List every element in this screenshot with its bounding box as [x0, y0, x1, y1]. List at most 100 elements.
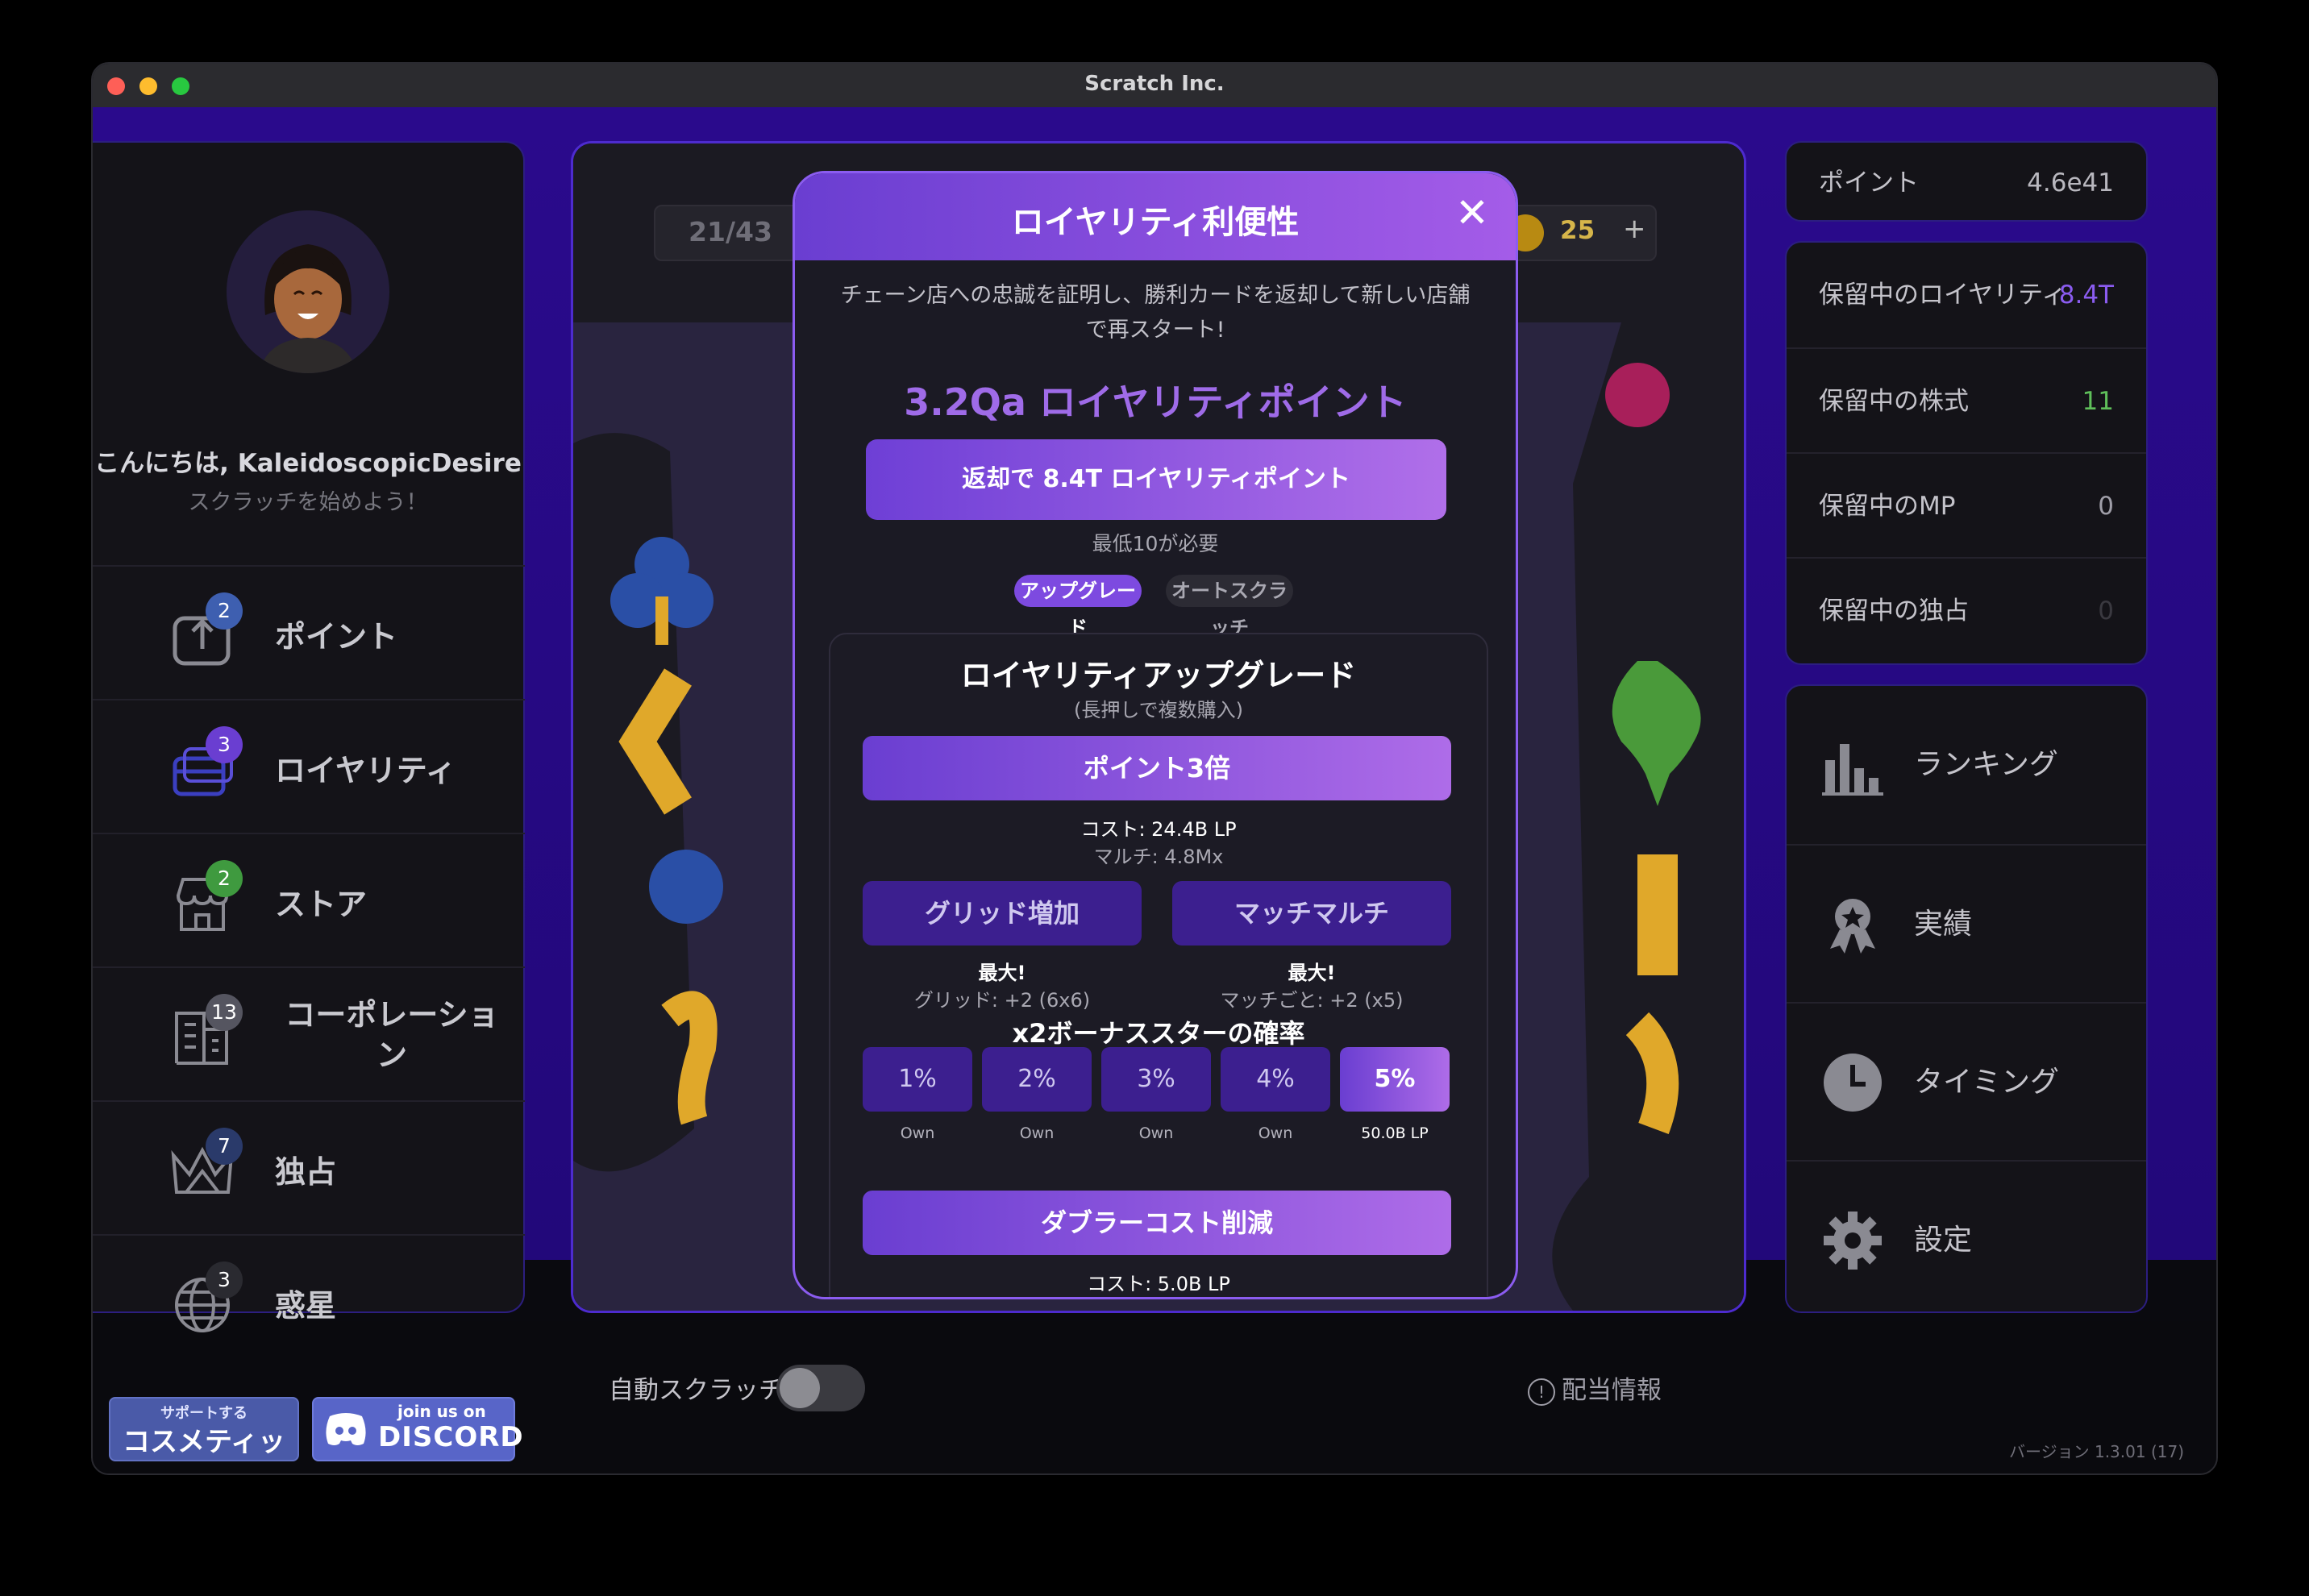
pending-mp-label: 保留中のMP [1819, 492, 1956, 521]
dividend-info-label: 配当情報 [1562, 1376, 1662, 1405]
info-icon: ! [1528, 1378, 1555, 1406]
gear-icon [1824, 1212, 1882, 1270]
bonus-option-1[interactable]: 1% [863, 1047, 972, 1112]
discord-big-text: DISCORD [378, 1421, 524, 1453]
grid-detail-text: グリッド: +2 (6x6) [913, 989, 1091, 1012]
doubler-cost-button[interactable]: ダブラーコスト削減 [863, 1191, 1451, 1255]
auto-scratch-label: 自動スクラッチ [609, 1376, 784, 1405]
award-icon [1830, 899, 1875, 954]
points-badge: 2 [206, 592, 243, 630]
loyalty-points-total: 3.2Qa ロイヤリティポイント [904, 380, 1407, 424]
bonus-option-1-status: Own [900, 1124, 935, 1142]
window-title: Scratch Inc. [1084, 72, 1225, 96]
tab-auto-scratch[interactable]: オートスクラ [1166, 575, 1293, 607]
bonus-option-3[interactable]: 3% [1101, 1047, 1211, 1112]
sidebar-item-label: ストア [275, 886, 368, 922]
bonus-option-4-status: Own [1258, 1124, 1293, 1142]
bonus-option-2-status: Own [1019, 1124, 1055, 1142]
store-badge: 2 [206, 860, 243, 897]
toggle-knob [780, 1368, 820, 1408]
points-value: 4.6e41 [2027, 168, 2114, 197]
pending-monopoly-value: 0 [2098, 596, 2114, 626]
greeting-text: こんにちは, KaleidoscopicDesire [94, 449, 522, 478]
pending-mp-value: 0 [2098, 492, 2114, 521]
bonus-option-5[interactable]: 5% [1340, 1047, 1450, 1112]
greeting-subtitle: スクラッチを始めよう！ [188, 490, 428, 515]
gem-icon [1605, 363, 1670, 427]
sidebar-item-monopoly[interactable]: 7 独占 [93, 1100, 525, 1234]
pending-loyalty-label: 保留中のロイヤリティ [1819, 281, 2067, 310]
titlebar: Scratch Inc. [93, 64, 2216, 108]
sidebar-item-corporation[interactable]: 13 コーポレーション [93, 966, 525, 1100]
doubler-cost-text: コスト: 5.0B LP [1087, 1273, 1230, 1295]
modal-header: ロイヤリティ利便性 ✕ [795, 173, 1516, 260]
coin-value: 25 [1560, 216, 1595, 245]
menu-settings[interactable]: 設定 [1787, 1160, 2146, 1320]
monopoly-badge: 7 [206, 1128, 243, 1165]
triple-points-button[interactable]: ポイント3倍 [863, 736, 1451, 800]
pending-card: 保留中のロイヤリティ 8.4T 保留中の株式 11 保留中のMP 0 保留中の独… [1785, 241, 2148, 665]
close-icon[interactable]: ✕ [1450, 191, 1495, 236]
pending-loyalty-value: 8.4T [2058, 281, 2114, 310]
match-max-text: 最大! [1288, 962, 1336, 984]
support-big-text: コスメティック [123, 1426, 285, 1458]
discord-button[interactable]: join us on DISCORD [312, 1397, 523, 1461]
menu-label: 設定 [1914, 1224, 1973, 1257]
pending-mp-row: 保留中のMP 0 [1787, 452, 2146, 559]
bonus-option-2[interactable]: 2% [982, 1047, 1092, 1112]
card-counter: 21/43 [654, 205, 807, 261]
modal-description: チェーン店への忠誠を証明し、勝利カードを返却して新しい店舗で再スタート! [840, 283, 1471, 343]
menu-achievements[interactable]: 実績 [1787, 844, 2146, 1004]
bar-chart-icon [1822, 744, 1883, 796]
bonus-title: x2ボーナススターの確率 [1012, 1018, 1305, 1049]
sidebar-item-store[interactable]: 2 ストア [93, 833, 525, 966]
sidebar-item-label: 惑星 [275, 1287, 337, 1324]
points-label: ポイント [1819, 168, 1919, 197]
add-coins-button[interactable]: + [1623, 213, 1646, 245]
return-button[interactable]: 返却で 8.4T ロイヤリティポイント [866, 439, 1446, 520]
modal-title: ロイヤリティ利便性 [1011, 204, 1300, 241]
club-fragment-icon [649, 850, 723, 924]
tab-upgrade[interactable]: アップグレー [1014, 575, 1142, 607]
grid-increase-button[interactable]: グリッド増加 [863, 881, 1142, 946]
planet-badge: 3 [206, 1261, 243, 1299]
coin-counter: 25 + [1500, 205, 1657, 261]
triple-multi-text: マルチ: 4.8Mx [1093, 846, 1224, 868]
sidebar-item-label: ロイヤリティ [275, 752, 456, 788]
sidebar-item-loyalty[interactable]: 3 ロイヤリティ [93, 699, 525, 833]
auto-scratch-toggle[interactable] [776, 1365, 865, 1411]
bonus-option-4[interactable]: 4% [1221, 1047, 1330, 1112]
menu-ranking[interactable]: ランキング [1787, 686, 2146, 844]
support-button[interactable]: サポートする コスメティック [109, 1397, 299, 1461]
menu-card: ランキング 実績 タイミング 設定 [1785, 684, 2148, 1313]
grid-max-text: 最大! [978, 962, 1026, 984]
corporation-badge: 13 [206, 994, 243, 1031]
sidebar-item-points[interactable]: 2 ポイント [93, 565, 525, 699]
menu-label: 実績 [1914, 908, 1973, 941]
pending-loyalty-row: 保留中のロイヤリティ 8.4T [1787, 243, 2146, 347]
menu-label: タイミング [1914, 1066, 2060, 1099]
sidebar: こんにちは, KaleidoscopicDesire スクラッチを始めよう！ 2… [93, 141, 525, 1332]
upgrade-title: ロイヤリティアップグレード [960, 658, 1357, 693]
sidebar-item-label: 独占 [275, 1153, 337, 1190]
min-requirement-text: 最低10が必要 [1092, 532, 1219, 555]
discord-small-text: join us on [397, 1402, 486, 1421]
menu-timing[interactable]: タイミング [1787, 1002, 2146, 1162]
pending-stock-label: 保留中の株式 [1819, 387, 1969, 416]
discord-icon [326, 1413, 366, 1445]
sidebar-item-label: ポイント [275, 618, 398, 655]
points-card: ポイント 4.6e41 [1785, 141, 2148, 222]
loyalty-modal: ロイヤリティ利便性 ✕ チェーン店への忠誠を証明し、勝利カードを返却して新しい店… [793, 171, 1518, 1299]
match-multi-button[interactable]: マッチマルチ [1172, 881, 1451, 946]
clock-icon [1824, 1054, 1882, 1112]
upgrade-panel: ロイヤリティアップグレード (長押しで複数購入) ポイント3倍 コスト: 24.… [829, 633, 1488, 1297]
version-text: バージョン 1.3.01 (17) [2009, 1442, 2184, 1461]
bonus-option-5-cost: 50.0B LP [1361, 1124, 1429, 1142]
match-detail-text: マッチごと: +2 (x5) [1220, 989, 1404, 1012]
pending-monopoly-label: 保留中の独占 [1819, 596, 1969, 626]
avatar[interactable] [227, 210, 389, 373]
pending-stock-value: 11 [2082, 387, 2114, 416]
dividend-info-link[interactable]: ! 配当情報 [1528, 1369, 1662, 1406]
sidebar-item-planet[interactable]: 3 惑星 [93, 1234, 525, 1368]
loyalty-badge: 3 [206, 726, 243, 763]
